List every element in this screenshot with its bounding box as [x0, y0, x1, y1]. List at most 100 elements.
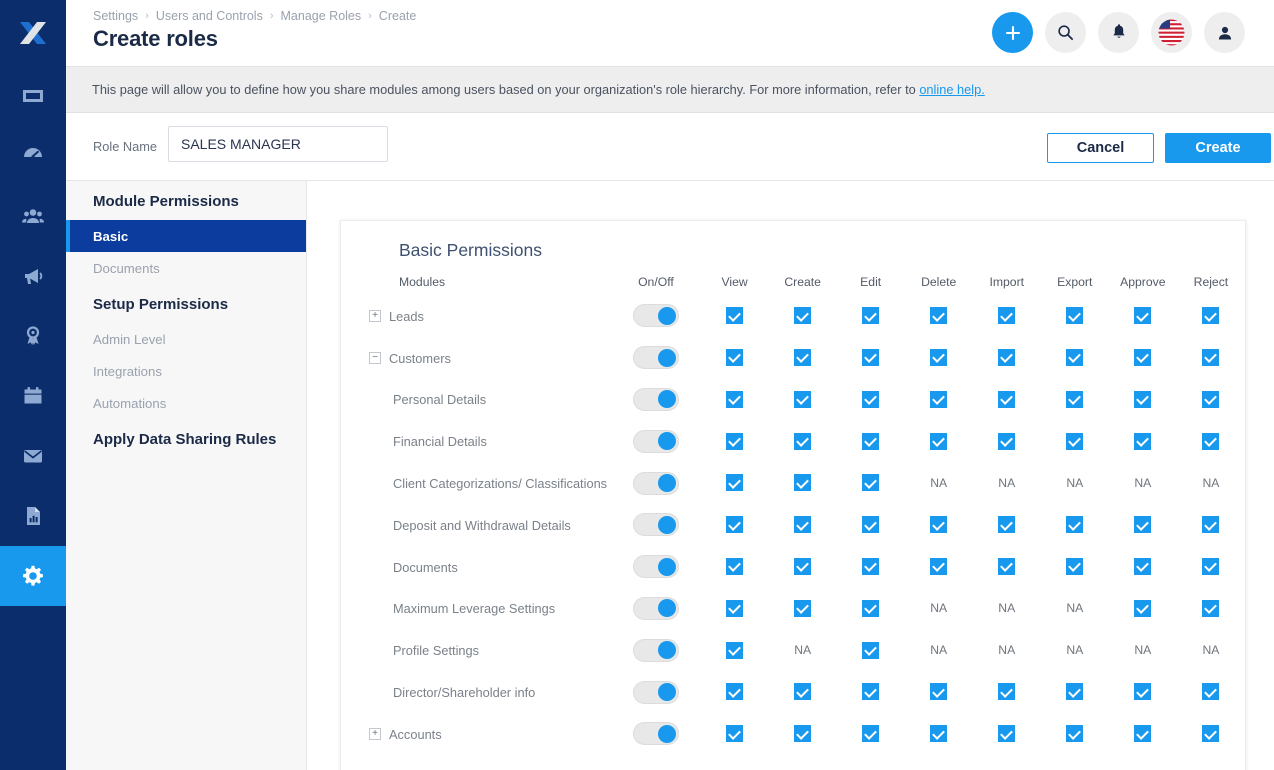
- checkbox-edit-leads[interactable]: [862, 307, 880, 325]
- toggle-personal-details[interactable]: [632, 387, 679, 411]
- toggle-documents[interactable]: [632, 555, 679, 579]
- checkbox-view-maximum-leverage-settings[interactable]: [726, 599, 744, 617]
- checkbox-create-maximum-leverage-settings[interactable]: [794, 599, 812, 617]
- toggle-deposit-and-withdrawal-details[interactable]: [632, 513, 679, 537]
- checkbox-view-documents[interactable]: [726, 557, 744, 575]
- online-help-link[interactable]: online help.: [919, 82, 984, 97]
- checkbox-export-deposit-and-withdrawal-details[interactable]: [1066, 516, 1084, 534]
- expand-icon[interactable]: +: [369, 310, 381, 323]
- checkbox-view-personal-details[interactable]: [726, 390, 744, 408]
- checkbox-reject-maximum-leverage-settings[interactable]: [1202, 599, 1220, 617]
- checkbox-import-deposit-and-withdrawal-details[interactable]: [998, 516, 1016, 534]
- checkbox-view-director-shareholder-info[interactable]: [726, 683, 744, 701]
- sidebar-item-admin-level[interactable]: Admin Level: [66, 323, 306, 355]
- checkbox-delete-financial-details[interactable]: [930, 432, 948, 450]
- checkbox-reject-deposit-and-withdrawal-details[interactable]: [1202, 516, 1220, 534]
- checkbox-edit-client-categorizations-classifications[interactable]: [862, 474, 880, 492]
- checkbox-reject-documents[interactable]: [1202, 557, 1220, 575]
- checkbox-import-financial-details[interactable]: [998, 432, 1016, 450]
- checkbox-edit-documents[interactable]: [862, 557, 880, 575]
- checkbox-view-profile-settings[interactable]: [726, 641, 744, 659]
- checkbox-reject-financial-details[interactable]: [1202, 432, 1220, 450]
- add-button[interactable]: [992, 12, 1033, 53]
- checkbox-view-leads[interactable]: [726, 307, 744, 325]
- rail-item-mail[interactable]: [0, 426, 66, 486]
- toggle-client-categorizations-classifications[interactable]: [632, 471, 679, 495]
- checkbox-import-documents[interactable]: [998, 557, 1016, 575]
- checkbox-create-client-categorizations-classifications[interactable]: [794, 474, 812, 492]
- checkbox-import-customers[interactable]: [998, 348, 1016, 366]
- checkbox-export-customers[interactable]: [1066, 348, 1084, 366]
- checkbox-delete-personal-details[interactable]: [930, 390, 948, 408]
- checkbox-delete-leads[interactable]: [930, 307, 948, 325]
- checkbox-reject-accounts[interactable]: [1202, 725, 1220, 743]
- sidebar-item-automations[interactable]: Automations: [66, 387, 306, 419]
- notifications-button[interactable]: [1098, 12, 1139, 53]
- rail-item-reports[interactable]: [0, 486, 66, 546]
- rail-item-calendar[interactable]: [0, 366, 66, 426]
- checkbox-create-financial-details[interactable]: [794, 432, 812, 450]
- rail-item-contacts[interactable]: [0, 186, 66, 246]
- checkbox-create-deposit-and-withdrawal-details[interactable]: [794, 516, 812, 534]
- checkbox-delete-customers[interactable]: [930, 348, 948, 366]
- checkbox-edit-profile-settings[interactable]: [862, 641, 880, 659]
- checkbox-reject-director-shareholder-info[interactable]: [1202, 683, 1220, 701]
- checkbox-export-personal-details[interactable]: [1066, 390, 1084, 408]
- checkbox-view-deposit-and-withdrawal-details[interactable]: [726, 516, 744, 534]
- checkbox-approve-customers[interactable]: [1134, 348, 1152, 366]
- checkbox-approve-accounts[interactable]: [1134, 725, 1152, 743]
- checkbox-import-personal-details[interactable]: [998, 390, 1016, 408]
- checkbox-create-customers[interactable]: [794, 348, 812, 366]
- checkbox-edit-personal-details[interactable]: [862, 390, 880, 408]
- sidebar-item-basic[interactable]: Basic: [66, 220, 306, 252]
- checkbox-approve-deposit-and-withdrawal-details[interactable]: [1134, 516, 1152, 534]
- checkbox-reject-leads[interactable]: [1202, 307, 1220, 325]
- checkbox-approve-financial-details[interactable]: [1134, 432, 1152, 450]
- checkbox-view-customers[interactable]: [726, 348, 744, 366]
- checkbox-import-director-shareholder-info[interactable]: [998, 683, 1016, 701]
- checkbox-edit-maximum-leverage-settings[interactable]: [862, 599, 880, 617]
- checkbox-view-accounts[interactable]: [726, 725, 744, 743]
- checkbox-approve-maximum-leverage-settings[interactable]: [1134, 599, 1152, 617]
- rail-item-dashboard[interactable]: [0, 126, 66, 186]
- toggle-profile-settings[interactable]: [632, 638, 679, 662]
- breadcrumb-item-settings[interactable]: Settings: [93, 9, 138, 23]
- toggle-leads[interactable]: [632, 304, 679, 328]
- checkbox-edit-deposit-and-withdrawal-details[interactable]: [862, 516, 880, 534]
- checkbox-edit-director-shareholder-info[interactable]: [862, 683, 880, 701]
- checkbox-import-accounts[interactable]: [998, 725, 1016, 743]
- sidebar-item-documents[interactable]: Documents: [66, 252, 306, 284]
- checkbox-edit-customers[interactable]: [862, 348, 880, 366]
- create-button[interactable]: Create: [1165, 133, 1271, 163]
- rail-item-card[interactable]: [0, 66, 66, 126]
- breadcrumb-item-create[interactable]: Create: [379, 9, 417, 23]
- checkbox-approve-leads[interactable]: [1134, 307, 1152, 325]
- checkbox-create-accounts[interactable]: [794, 725, 812, 743]
- checkbox-edit-financial-details[interactable]: [862, 432, 880, 450]
- collapse-icon[interactable]: −: [369, 352, 381, 365]
- toggle-director-shareholder-info[interactable]: [632, 680, 679, 704]
- checkbox-delete-accounts[interactable]: [930, 725, 948, 743]
- checkbox-approve-director-shareholder-info[interactable]: [1134, 683, 1152, 701]
- toggle-maximum-leverage-settings[interactable]: [632, 596, 679, 620]
- checkbox-reject-customers[interactable]: [1202, 348, 1220, 366]
- rail-item-settings[interactable]: [0, 546, 66, 606]
- checkbox-view-financial-details[interactable]: [726, 432, 744, 450]
- checkbox-delete-deposit-and-withdrawal-details[interactable]: [930, 516, 948, 534]
- rail-item-awards[interactable]: [0, 306, 66, 366]
- profile-button[interactable]: [1204, 12, 1245, 53]
- toggle-accounts[interactable]: [632, 722, 679, 746]
- cancel-button[interactable]: Cancel: [1047, 133, 1154, 163]
- search-button[interactable]: [1045, 12, 1086, 53]
- checkbox-edit-accounts[interactable]: [862, 725, 880, 743]
- checkbox-delete-director-shareholder-info[interactable]: [930, 683, 948, 701]
- checkbox-export-financial-details[interactable]: [1066, 432, 1084, 450]
- toggle-financial-details[interactable]: [632, 429, 679, 453]
- checkbox-approve-documents[interactable]: [1134, 557, 1152, 575]
- rail-item-marketing[interactable]: [0, 246, 66, 306]
- expand-icon[interactable]: +: [369, 728, 381, 741]
- checkbox-create-director-shareholder-info[interactable]: [794, 683, 812, 701]
- checkbox-create-documents[interactable]: [794, 557, 812, 575]
- toggle-customers[interactable]: [632, 346, 679, 370]
- checkbox-view-client-categorizations-classifications[interactable]: [726, 474, 744, 492]
